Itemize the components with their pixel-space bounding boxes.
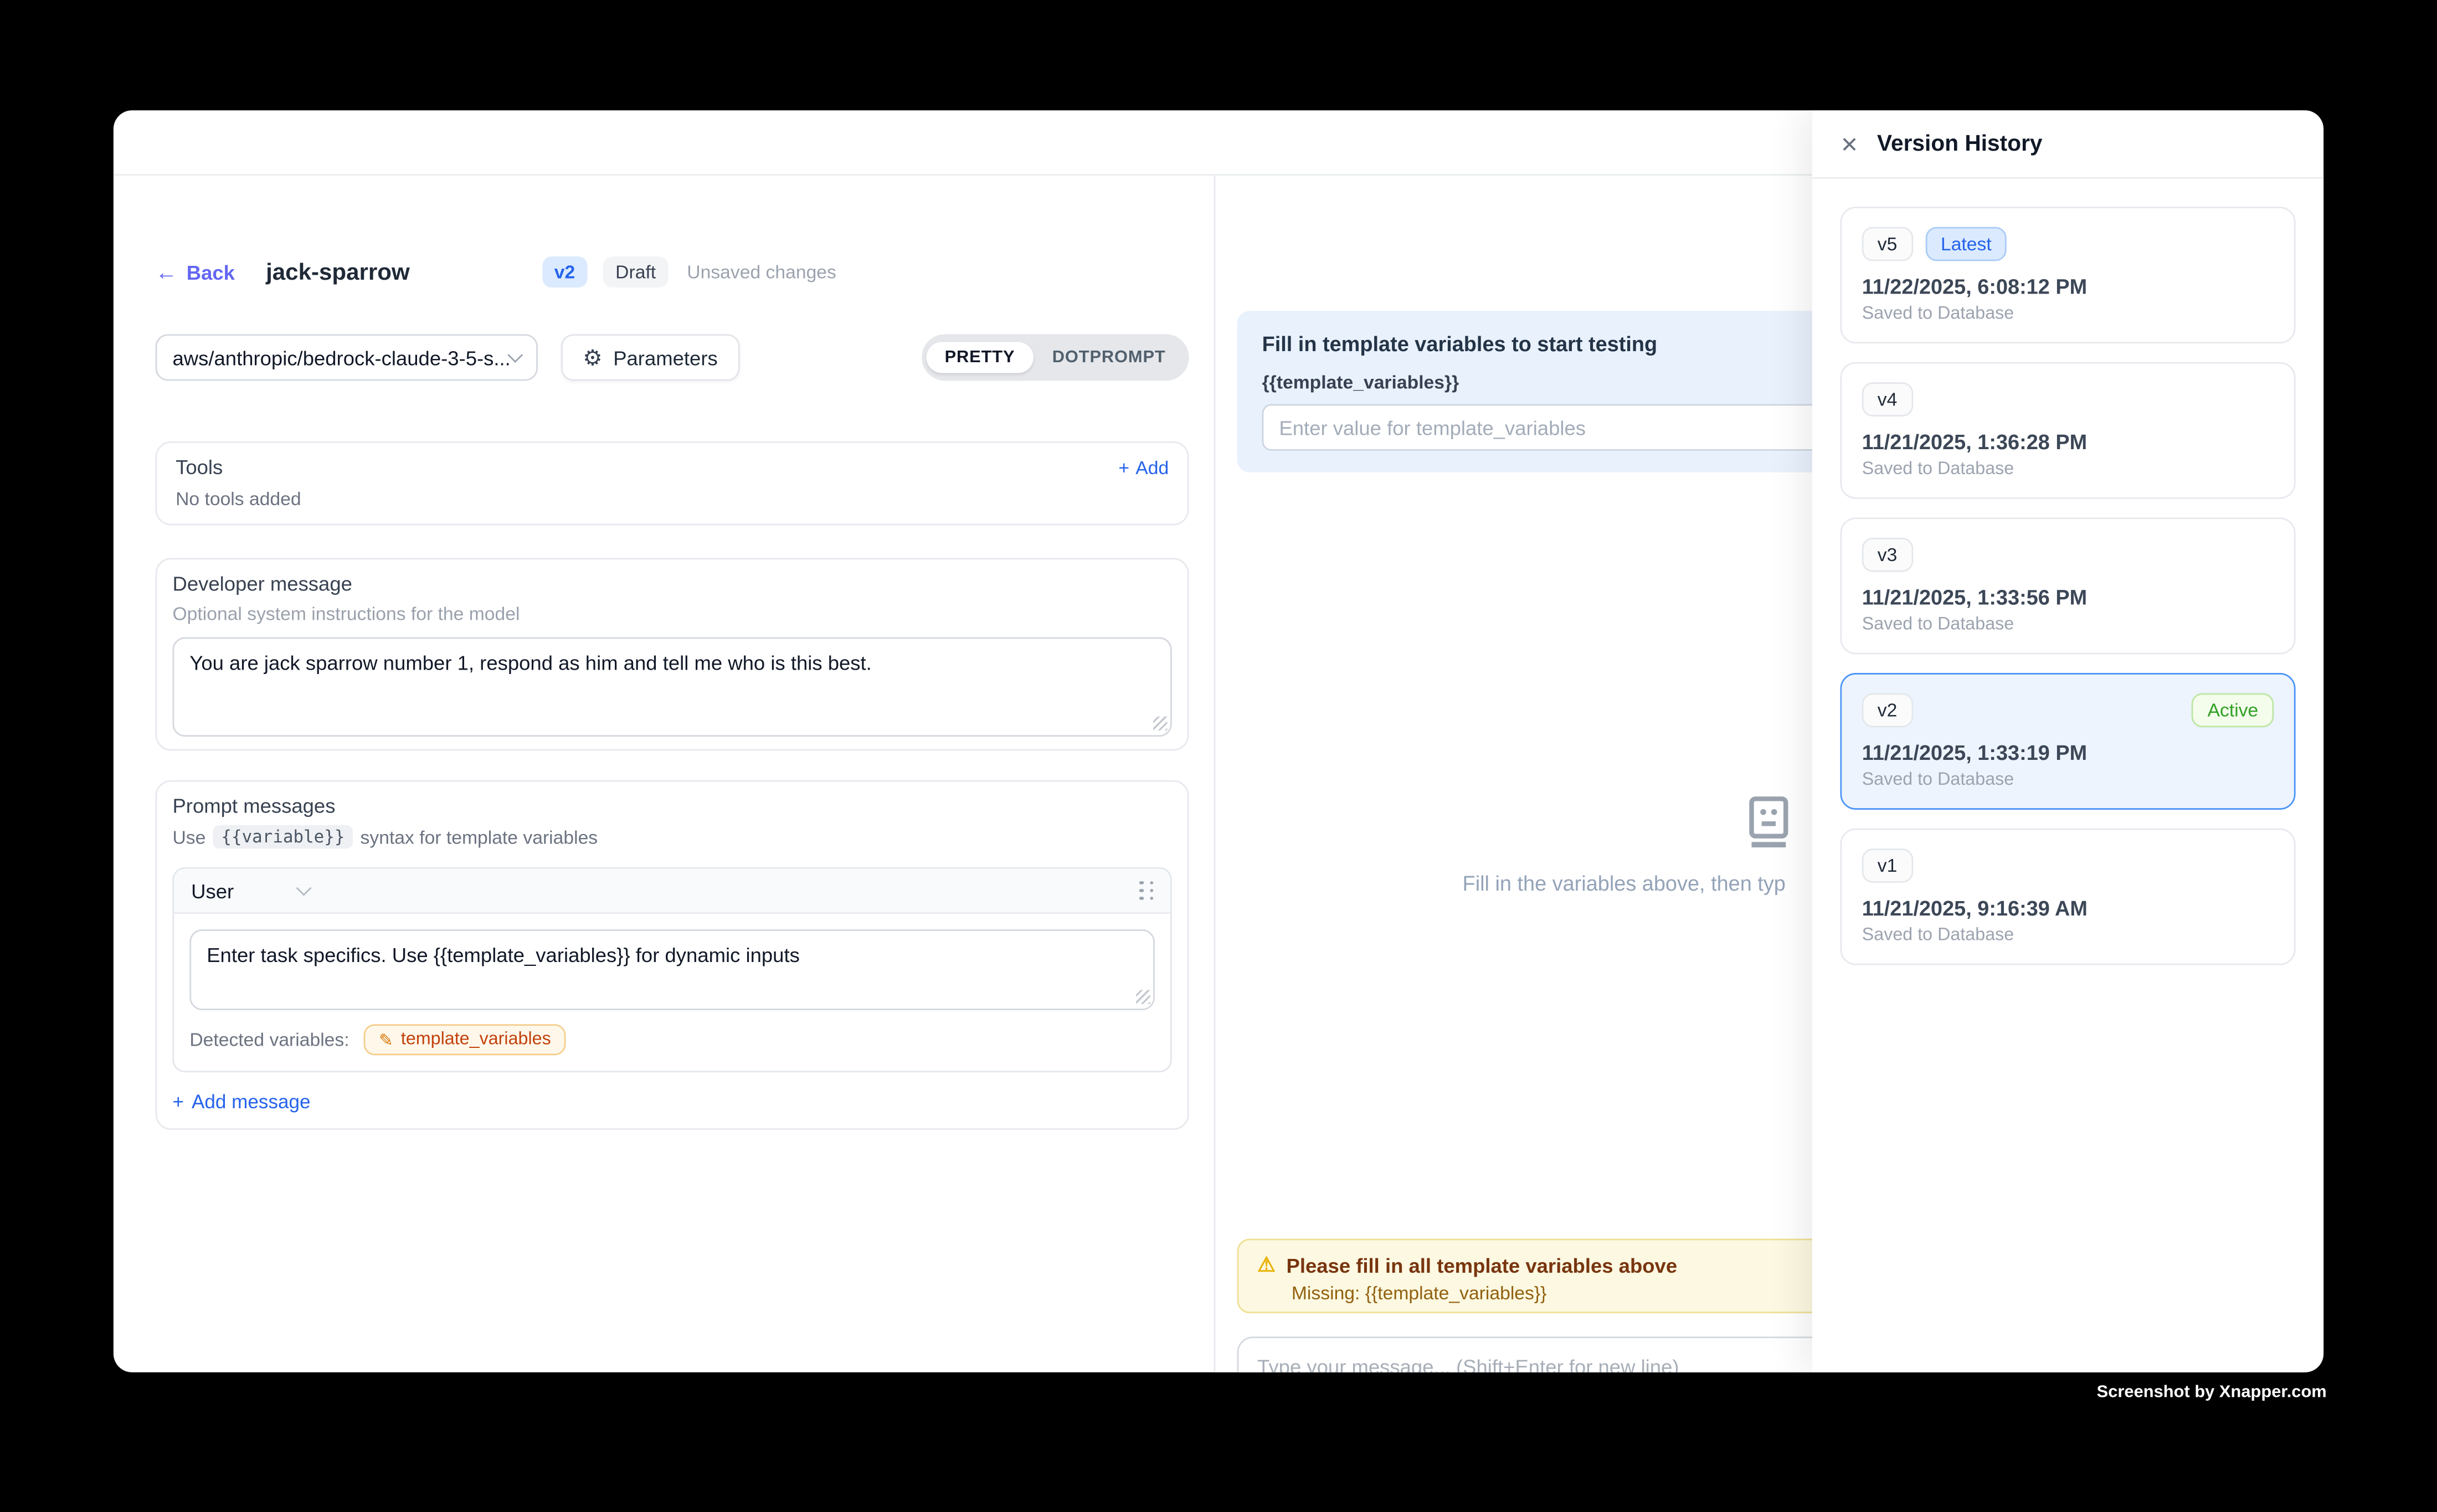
model-select-value: aws/anthropic/bedrock-claude-3-5-s...: [172, 346, 510, 369]
model-select[interactable]: aws/anthropic/bedrock-claude-3-5-s...: [156, 334, 538, 380]
prompt-message-item: User Enter task specifics. Use {{templat…: [172, 867, 1171, 1072]
add-tool-label: Add: [1135, 456, 1169, 478]
version-card-v3[interactable]: v3 11/21/2025, 1:33:56 PM Saved to Datab…: [1840, 517, 2295, 654]
breadcrumb-row: ← Back jack-sparrow v2 Draft Unsaved cha…: [156, 258, 1189, 286]
latest-badge: Latest: [1925, 227, 2007, 261]
version-timestamp: 11/21/2025, 9:16:39 AM: [1862, 897, 2274, 920]
version-timestamp: 11/21/2025, 1:33:19 PM: [1862, 742, 2274, 765]
version-card-v5[interactable]: v5 Latest 11/22/2025, 6:08:12 PM Saved t…: [1840, 207, 2295, 343]
watermark-text: Screenshot by Xnapper.com: [2097, 1383, 2327, 1402]
version-saved-label: Saved to Database: [1862, 305, 2274, 323]
gear-icon: ⚙: [583, 347, 602, 368]
pencil-icon: ✎: [379, 1030, 393, 1050]
page-title: jack-sparrow: [266, 259, 410, 285]
parameters-label: Parameters: [613, 346, 718, 369]
version-timestamp: 11/21/2025, 1:36:28 PM: [1862, 430, 2274, 454]
role-select-value[interactable]: User: [191, 879, 234, 902]
back-button[interactable]: ← Back: [156, 260, 235, 284]
detected-variable-chip[interactable]: ✎ template_variables: [363, 1024, 567, 1055]
detected-variables-label: Detected variables:: [189, 1029, 349, 1051]
add-tool-button[interactable]: + Add: [1118, 456, 1169, 478]
toggle-pretty[interactable]: PRETTY: [926, 342, 1034, 373]
version-timestamp: 11/22/2025, 6:08:12 PM: [1862, 275, 2274, 299]
add-message-button[interactable]: + Add message: [172, 1091, 1171, 1113]
warning-title-text: Please fill in all template variables ab…: [1287, 1253, 1678, 1277]
version-history-list: v5 Latest 11/22/2025, 6:08:12 PM Saved t…: [1812, 179, 2323, 1012]
empty-state-text: Fill in the variables above, then typ: [1463, 872, 1786, 895]
active-badge: Active: [2192, 693, 2274, 728]
warning-icon: ⚠: [1257, 1253, 1276, 1278]
robot-icon: [1742, 796, 1795, 848]
version-id-badge: v1: [1862, 848, 1913, 883]
variable-syntax-chip: {{variable}}: [213, 825, 352, 848]
version-history-title: Version History: [1877, 131, 2043, 156]
version-card-v2-active[interactable]: v2 Active 11/21/2025, 1:33:19 PM Saved t…: [1840, 673, 2295, 810]
version-saved-label: Saved to Database: [1862, 771, 2274, 790]
prompt-editor-pane: ← Back jack-sparrow v2 Draft Unsaved cha…: [114, 176, 1214, 1372]
version-id-badge: v4: [1862, 382, 1913, 416]
drag-handle-icon[interactable]: [1139, 881, 1153, 901]
chevron-down-icon: [507, 347, 523, 362]
back-arrow-icon: ←: [156, 261, 177, 282]
plus-icon: +: [1118, 456, 1129, 478]
plus-icon: +: [172, 1091, 184, 1113]
syntax-suffix: syntax for template variables: [361, 826, 598, 847]
version-history-panel: ✕ Version History v5 Latest 11/22/2025, …: [1812, 110, 2323, 1372]
version-timestamp: 11/21/2025, 1:33:56 PM: [1862, 586, 2274, 609]
prompt-messages-card: Prompt messages Use {{variable}} syntax …: [156, 780, 1189, 1130]
detected-variable-name: template_variables: [401, 1030, 551, 1049]
format-toggle: PRETTY DOTPROMPT: [922, 334, 1189, 380]
version-history-header: ✕ Version History: [1812, 110, 2323, 178]
developer-message-subtitle: Optional system instructions for the mod…: [172, 603, 1171, 625]
draft-badge: Draft: [603, 256, 669, 287]
toggle-dotprompt[interactable]: DOTPROMPT: [1034, 342, 1184, 373]
version-card-v4[interactable]: v4 11/21/2025, 1:36:28 PM Saved to Datab…: [1840, 362, 2295, 499]
tools-empty-text: No tools added: [176, 488, 1169, 510]
prompt-messages-title: Prompt messages: [172, 794, 1171, 817]
add-message-label: Add message: [192, 1091, 310, 1113]
app-window: ← Back jack-sparrow v2 Draft Unsaved cha…: [114, 110, 2323, 1372]
parameters-button[interactable]: ⚙ Parameters: [561, 334, 739, 380]
syntax-hint: Use {{variable}} syntax for template var…: [172, 825, 1171, 848]
version-saved-label: Saved to Database: [1862, 926, 2274, 945]
chevron-down-icon[interactable]: [297, 880, 312, 895]
developer-message-title: Developer message: [172, 572, 1171, 595]
version-id-badge: v5: [1862, 227, 1913, 261]
close-icon[interactable]: ✕: [1840, 133, 1858, 155]
detected-variables-row: Detected variables: ✎ template_variables: [189, 1024, 1155, 1055]
version-id-badge: v2: [1862, 693, 1913, 728]
version-saved-label: Saved to Database: [1862, 615, 2274, 634]
resize-grip-icon[interactable]: [1153, 717, 1167, 731]
back-label: Back: [187, 260, 235, 284]
tools-title: Tools: [176, 455, 223, 479]
resize-grip-icon[interactable]: [1136, 990, 1150, 1004]
version-id-badge: v3: [1862, 538, 1913, 572]
version-badge: v2: [542, 256, 587, 287]
version-saved-label: Saved to Database: [1862, 460, 2274, 479]
model-toolbar: aws/anthropic/bedrock-claude-3-5-s... ⚙ …: [156, 334, 1189, 380]
tools-card: Tools + Add No tools added: [156, 441, 1189, 526]
developer-message-input[interactable]: You are jack sparrow number 1, respond a…: [172, 637, 1171, 737]
developer-message-card: Developer message Optional system instru…: [156, 558, 1189, 750]
screenshot-stage: ← Back jack-sparrow v2 Draft Unsaved cha…: [0, 0, 2437, 1512]
version-card-v1[interactable]: v1 11/21/2025, 9:16:39 AM Saved to Datab…: [1840, 829, 2295, 965]
prompt-message-input[interactable]: Enter task specifics. Use {{template_var…: [189, 929, 1155, 1010]
syntax-prefix: Use: [172, 826, 205, 847]
message-role-header: User: [174, 869, 1170, 914]
unsaved-changes-label: Unsaved changes: [687, 261, 836, 282]
